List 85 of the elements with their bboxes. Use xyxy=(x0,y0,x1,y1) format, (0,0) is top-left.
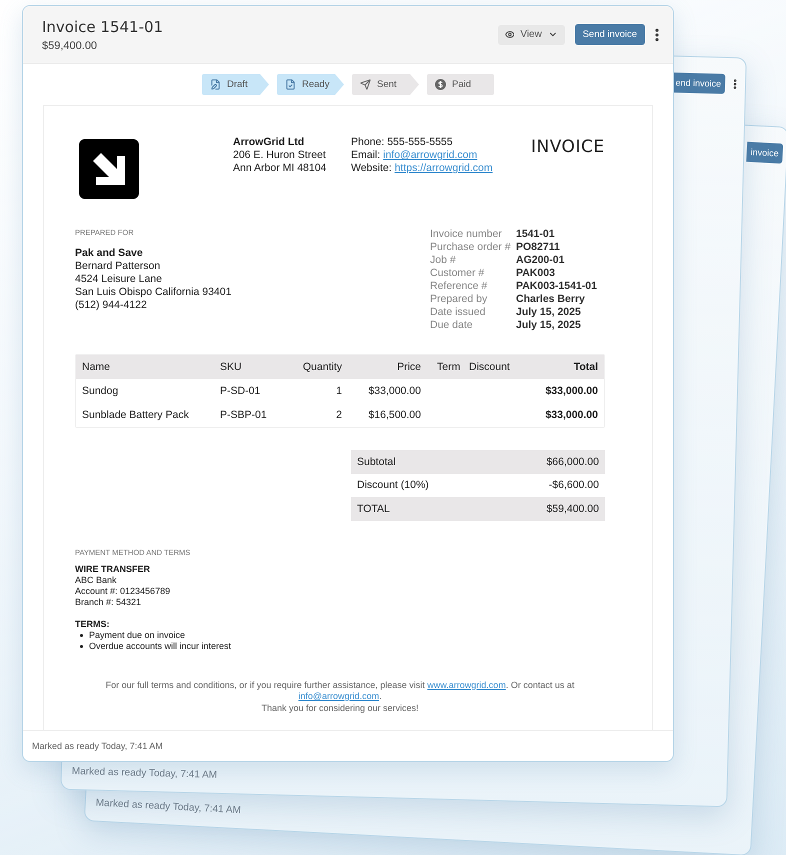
terms-item: Overdue accounts will incur interest xyxy=(89,640,232,652)
send-invoice-button[interactable]: invoice xyxy=(746,142,784,164)
detail-value: July 15, 2025 xyxy=(516,306,582,319)
contact-link[interactable]: info@arrowgrid.com xyxy=(383,149,478,161)
table-cell-text: 1 xyxy=(335,385,342,397)
status-text: Marked as ready Today, 7:41 AM xyxy=(32,741,163,751)
detail-value: 1541-01 xyxy=(516,228,556,241)
column-header: SKU xyxy=(220,361,243,373)
detail-value: Charles Berry xyxy=(516,293,586,306)
status-text: Marked as ready Today, 7:41 AM xyxy=(95,798,242,816)
invoice-title: Invoice 1541-01 xyxy=(42,18,164,36)
table-cell-text: $33,000.00 xyxy=(544,409,598,421)
totals-value: $66,000.00 xyxy=(546,456,599,468)
terms-heading: TERMS: xyxy=(75,618,110,630)
client-detail: Bernard Patterson xyxy=(75,260,162,273)
contact-line: Email: info@arrowgrid.com xyxy=(351,149,478,162)
detail-label: Invoice number xyxy=(430,228,503,241)
table-cell-text: $33,000.00 xyxy=(544,385,598,397)
detail-label: Date issued xyxy=(430,306,486,319)
payment-detail: Account #: 0123456789 xyxy=(75,586,172,596)
column-header: Price xyxy=(396,361,421,373)
detail-value: PAK003 xyxy=(516,267,556,280)
contact-note: For our full terms and conditions, or if you require further assistance, please visit www.arrowgrid.com. Or contact us at info@arrowgrid.com. xyxy=(104,680,576,702)
column-header: Name xyxy=(82,361,112,373)
column-header: Total xyxy=(572,361,598,373)
table-cell-text: 2 xyxy=(335,409,342,421)
company-name: ArrowGrid Ltd xyxy=(233,136,306,149)
detail-value: July 15, 2025 xyxy=(516,319,582,332)
column-header: Term xyxy=(436,361,462,373)
contact-line: Website: https://arrowgrid.com xyxy=(351,162,494,175)
totals-value: $59,400.00 xyxy=(546,502,599,515)
payment-method: WIRE TRANSFER xyxy=(75,564,151,574)
document-title: INVOICE xyxy=(531,137,605,157)
status-step: Ready xyxy=(277,74,344,95)
client-detail: San Luis Obispo California 93401 xyxy=(75,286,232,299)
logo-icon xyxy=(79,139,139,199)
company-address: Ann Arbor MI 48104 xyxy=(233,162,328,175)
column-header: Quantity xyxy=(302,361,342,373)
payment-detail: Branch #: 54321 xyxy=(75,596,142,608)
detail-label: Due date xyxy=(430,319,474,332)
column-header: Discount xyxy=(469,361,511,373)
table-cell-text: Sunblade Battery Pack xyxy=(82,409,190,421)
status-text: Marked as ready Today, 7:41 AM xyxy=(72,766,218,781)
dollar-coin-icon xyxy=(435,79,446,90)
company-address: 206 E. Huron Street xyxy=(233,149,327,162)
detail-label: Job # xyxy=(430,254,457,267)
client-detail: (512) 944-4122 xyxy=(75,299,148,312)
payment-detail: ABC Bank xyxy=(75,574,118,586)
detail-label: Reference # xyxy=(430,280,488,293)
send-invoice-button[interactable]: end invoice xyxy=(671,72,726,94)
totals-label: Subtotal xyxy=(357,456,396,468)
file-check-icon xyxy=(285,79,296,90)
invoice-amount: $59,400.00 xyxy=(42,40,98,52)
status-step: Sent xyxy=(352,74,419,95)
bullet-icon xyxy=(80,644,83,648)
table-cell-text: Sundog xyxy=(82,385,120,397)
detail-label: Purchase order # xyxy=(430,241,512,254)
email-link[interactable]: info@arrowgrid.com xyxy=(298,691,380,701)
table-cell-text: P-SD-01 xyxy=(220,385,262,397)
status-step: Paid xyxy=(427,74,494,95)
detail-label: Customer # xyxy=(430,267,486,280)
table-cell-text: $33,000.00 xyxy=(367,385,421,397)
client-name: Pak and Save xyxy=(75,247,144,260)
client-detail: 4524 Leisure Lane xyxy=(75,273,163,286)
totals-value: -$6,600.00 xyxy=(548,479,599,492)
detail-value: PAK003-1541-01 xyxy=(516,280,598,293)
thank-you-text: Thank you for considering our services! xyxy=(260,702,420,714)
table-cell-text: $16,500.00 xyxy=(367,409,421,421)
table-cell-text: P-SBP-01 xyxy=(220,409,268,421)
bullet-icon xyxy=(80,634,83,636)
send-icon xyxy=(360,79,371,90)
website-link[interactable]: www.arrowgrid.com xyxy=(427,680,506,690)
status-step: Draft xyxy=(202,74,269,95)
view-button[interactable]: View xyxy=(498,24,565,44)
terms-item: Payment due on invoice xyxy=(89,630,186,640)
send-invoice-button[interactable]: Send invoice xyxy=(574,24,645,45)
file-edit-icon xyxy=(210,79,221,90)
detail-label: Prepared by xyxy=(430,293,488,306)
contact-line: Phone: 555-555-5555 xyxy=(351,136,454,149)
contact-link[interactable]: https://arrowgrid.com xyxy=(394,162,493,174)
eye-icon xyxy=(504,29,514,40)
detail-value: PO82711 xyxy=(516,241,561,254)
totals-label: Discount (10%) xyxy=(357,479,429,492)
detail-value: AG200-01 xyxy=(516,254,566,267)
totals-label: TOTAL xyxy=(357,502,390,515)
